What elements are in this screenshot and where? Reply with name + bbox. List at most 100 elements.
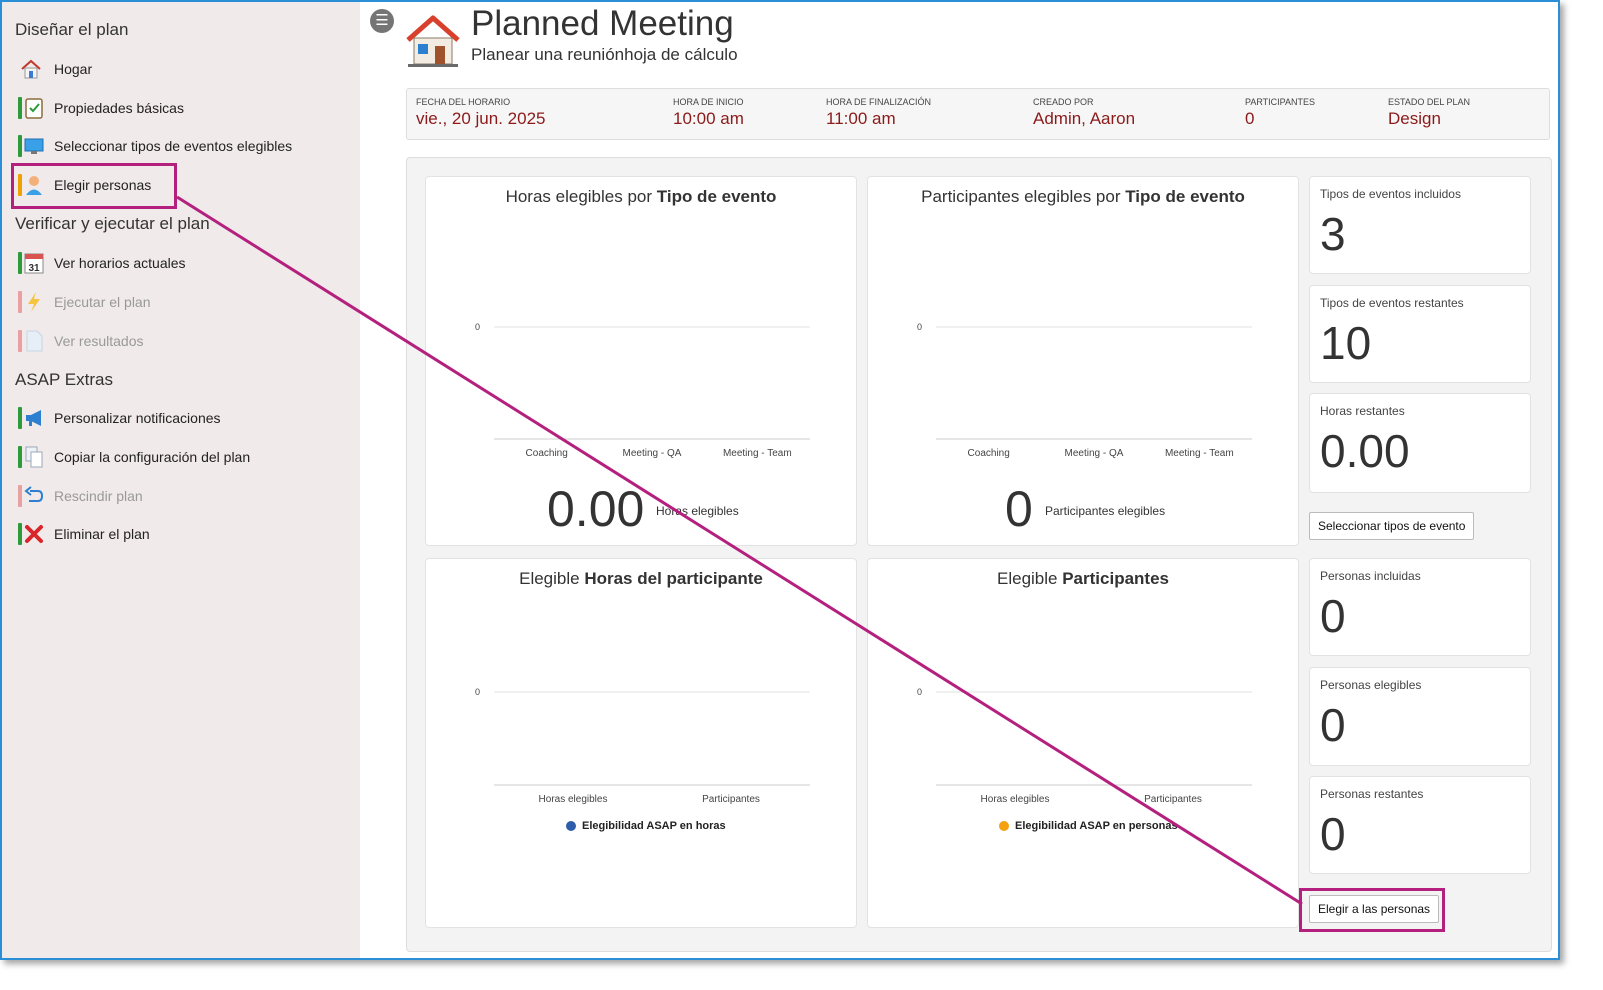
section-title-design: Diseñar el plan — [15, 20, 129, 39]
hours-by-type-card: Horas elegibles por Tipo de evento 0 Coac… — [425, 176, 857, 546]
sidebar-item-label: Hogar — [54, 61, 93, 77]
eligible-participants-label: Participantes elegibles — [1045, 504, 1166, 518]
calendar-icon: 31 — [18, 251, 44, 275]
sidebar-item-view-schedules[interactable]: 31 Ver horarios actuales — [18, 247, 186, 279]
home-icon — [18, 57, 44, 81]
stat-value: 3 — [1320, 208, 1346, 260]
info-start-label: Hora de inicio — [673, 97, 744, 107]
info-creator-label: Creado por — [1033, 97, 1094, 107]
red-x-icon — [18, 522, 44, 546]
info-participants-label: Participantes — [1245, 97, 1316, 107]
y-tick-label: 0 — [475, 687, 480, 697]
stat-value: 0 — [1320, 590, 1346, 642]
sidebar-item-basic-properties[interactable]: Propiedades básicas — [18, 92, 184, 124]
lightning-icon — [18, 290, 44, 314]
stat-remaining-hours: Horas restantes 0.00 — [1309, 393, 1531, 493]
eligible-hours-value: 0.00 — [547, 481, 645, 537]
calendar-day: 31 — [28, 263, 40, 274]
eligible-participants-value: 0 — [1005, 481, 1033, 537]
x-tick-label: Meeting - Team — [1165, 448, 1234, 459]
sidebar-item-label: Rescindir plan — [54, 488, 143, 504]
y-tick-label: 0 — [475, 322, 480, 332]
legend-dot-icon — [999, 821, 1009, 831]
x-tick-label: Horas elegibles — [539, 794, 608, 805]
select-event-types-button[interactable]: Seleccionar tipos de evento — [1309, 512, 1475, 540]
info-date-label: Fecha del horario — [416, 97, 511, 107]
sidebar-item-label: Ver resultados — [54, 333, 144, 349]
participant-hours-chart: 0 Horas elegibles Participantes — [475, 687, 810, 805]
house-icon — [404, 14, 462, 68]
clipboard-check-icon — [18, 96, 44, 120]
info-start: Hora de inicio 10:00 am — [673, 97, 744, 129]
info-creator: Creado por Admin, Aaron — [1033, 97, 1135, 129]
stat-remaining-people: Personas restantes 0 — [1309, 776, 1531, 874]
info-end-value: 11:00 am — [826, 109, 896, 128]
copy-icon — [18, 445, 44, 469]
sidebar-item-rescind-plan[interactable]: Rescindir plan — [18, 480, 143, 512]
x-tick-label: Participantes — [702, 794, 760, 805]
sidebar-item-select-event-types[interactable]: Seleccionar tipos de eventos elegibles — [18, 130, 292, 162]
sidebar-item-view-results[interactable]: Ver resultados — [18, 325, 144, 357]
participants-by-type-chart: 0 Coaching Meeting - QA Meeting - Team — [917, 322, 1252, 459]
hours-by-type-chart: 0 Coaching Meeting - QA Meeting - Team — [475, 322, 810, 459]
document-icon — [18, 329, 44, 353]
sidebar-item-label: Eliminar el plan — [54, 526, 150, 542]
stat-remaining-types: Tipos de eventos restantes 10 — [1309, 285, 1531, 383]
hamburger-menu-icon[interactable]: ☰ — [370, 9, 394, 33]
info-end: Hora de finalización 11:00 am — [826, 97, 931, 129]
plan-info-bar: Fecha del horario vie., 20 jun. 2025 Hor… — [406, 88, 1550, 140]
sidebar-item-label: Propiedades básicas — [54, 100, 184, 116]
x-tick-label: Meeting - Team — [723, 448, 792, 459]
participants-chart: 0 Horas elegibles Participantes — [917, 687, 1252, 805]
sidebar-item-copy-config[interactable]: Copiar la configuración del plan — [18, 441, 250, 473]
participants-by-type-card: Participantes elegibles por Tipo de even… — [867, 176, 1299, 546]
sidebar-item-label: Ver horarios actuales — [54, 255, 186, 271]
info-date: Fecha del horario vie., 20 jun. 2025 — [416, 97, 545, 129]
stat-value: 10 — [1320, 317, 1372, 369]
legend-hours: Elegibilidad ASAP en horas — [566, 820, 726, 832]
stat-value: 0.00 — [1320, 425, 1410, 477]
stat-eligible-people: Personas elegibles 0 — [1309, 667, 1531, 766]
info-status-value: Design — [1388, 109, 1441, 128]
info-creator-value: Admin, Aaron — [1033, 109, 1136, 128]
x-tick-label: Participantes — [1144, 794, 1202, 805]
section-title-extras: ASAP Extras — [15, 370, 113, 389]
stat-label: Tipos de eventos incluidos — [1320, 187, 1461, 201]
stat-included-people: Personas incluidas 0 — [1309, 558, 1531, 656]
participants-card: Elegible Participantes 0 Horas elegibles P… — [867, 558, 1299, 928]
stat-included-types: Tipos de eventos incluidos 3 — [1309, 176, 1531, 274]
eligible-hours-label: Horas elegibles — [656, 504, 739, 518]
sidebar-item-label: Seleccionar tipos de eventos elegibles — [54, 138, 293, 154]
undo-arrow-icon — [18, 484, 44, 508]
legend-people: Elegibilidad ASAP en personas — [999, 820, 1178, 832]
main-area: ☰ Planned Meeting Planear una reuniónhoj… — [360, 2, 1558, 958]
sidebar-item-label: Ejecutar el plan — [54, 294, 151, 310]
x-tick-label: Coaching — [968, 448, 1010, 459]
page-subtitle: Planear una reuniónhoja de cálculo — [471, 45, 738, 64]
megaphone-icon — [18, 406, 44, 430]
stat-value: 0 — [1320, 808, 1346, 860]
section-title-verify: Verificar y ejecutar el plan — [15, 214, 210, 233]
sidebar-item-home[interactable]: Hogar — [18, 53, 92, 85]
info-end-label: Hora de finalización — [826, 97, 932, 107]
stat-label: Tipos de eventos restantes — [1320, 296, 1464, 310]
info-participants-value: 0 — [1245, 109, 1255, 128]
sidebar-item-label: Personalizar notificaciones — [54, 410, 221, 426]
legend-dot-icon — [566, 821, 576, 831]
sidebar-item-label: Copiar la configuración del plan — [54, 449, 251, 465]
info-status-label: Estado del plan — [1388, 97, 1471, 107]
highlight-box-sidebar — [11, 163, 177, 209]
page-title: Planned Meeting — [471, 4, 734, 43]
y-tick-label: 0 — [917, 322, 922, 332]
x-tick-label: Horas elegibles — [981, 794, 1050, 805]
sidebar-item-notifications[interactable]: Personalizar notificaciones — [18, 402, 221, 434]
stat-label: Horas restantes — [1320, 404, 1405, 418]
sidebar-item-delete-plan[interactable]: Eliminar el plan — [18, 518, 150, 550]
sidebar-item-run-plan[interactable]: Ejecutar el plan — [18, 286, 151, 318]
sidebar: Diseñar el plan Hogar Propiedades básica… — [2, 2, 360, 958]
x-tick-label: Coaching — [526, 448, 568, 459]
stat-value: 0 — [1320, 699, 1346, 751]
highlight-box-button — [1299, 888, 1445, 932]
info-start-value: 10:00 am — [673, 109, 744, 128]
stat-label: Personas elegibles — [1320, 678, 1422, 692]
